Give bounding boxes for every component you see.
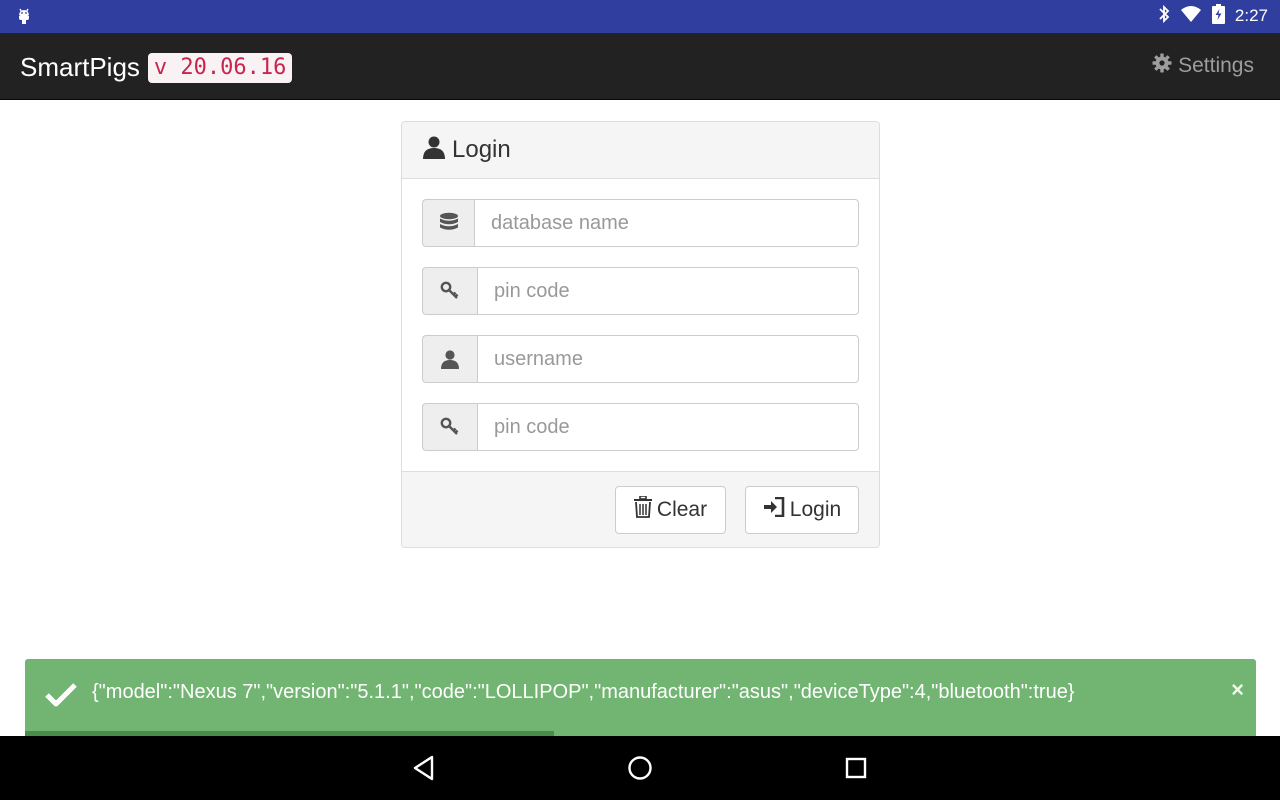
user-pin-code-input[interactable] [477, 403, 859, 451]
login-panel-heading: Login [402, 122, 879, 179]
key-icon [422, 267, 477, 315]
username-group [422, 335, 859, 383]
battery-charging-icon [1211, 3, 1225, 29]
wifi-icon [1180, 5, 1202, 28]
database-name-group [422, 199, 859, 247]
login-button[interactable]: Login [745, 486, 859, 534]
toast-message: {"model":"Nexus 7","version":"5.1.1","co… [92, 681, 1075, 703]
status-bar: 2:27 [0, 0, 1280, 33]
clear-label: Clear [656, 498, 708, 521]
recents-icon[interactable] [840, 752, 872, 784]
brand[interactable]: SmartPigs v 20.06.16 [20, 52, 293, 83]
checkmark-icon [44, 681, 78, 714]
bluetooth-icon [1158, 4, 1170, 29]
key-icon [422, 403, 477, 451]
toast-notification: {"model":"Nexus 7","version":"5.1.1","co… [25, 659, 1256, 736]
database-name-input[interactable] [474, 199, 859, 247]
user-pin-code-group [422, 403, 859, 451]
home-icon[interactable] [624, 752, 656, 784]
close-icon[interactable]: × [1231, 677, 1244, 703]
brand-name: SmartPigs [20, 52, 140, 82]
log-in-icon [763, 496, 785, 523]
database-icon [422, 199, 474, 247]
gear-icon [1152, 53, 1172, 79]
back-icon[interactable] [408, 752, 440, 784]
app-bar: SmartPigs v 20.06.16 Settings [0, 33, 1280, 100]
clear-button[interactable]: Clear [615, 486, 726, 534]
login-title: Login [452, 136, 511, 163]
login-panel-footer: Clear Login [402, 471, 879, 547]
user-icon [422, 135, 446, 166]
version-badge: v 20.06.16 [147, 52, 293, 83]
settings-link[interactable]: Settings [1152, 53, 1254, 79]
pin-code-input[interactable] [477, 267, 859, 315]
user-icon [422, 335, 477, 383]
login-panel: Login database name username Clear Login [401, 121, 880, 548]
status-clock: 2:27 [1234, 6, 1268, 25]
username-input[interactable] [477, 335, 859, 383]
login-label: Login [789, 498, 842, 521]
pin-code-group [422, 267, 859, 315]
trash-icon [633, 495, 652, 524]
android-debug-icon [16, 7, 32, 30]
settings-label: Settings [1178, 54, 1254, 77]
login-form [402, 179, 879, 472]
navigation-bar [0, 736, 1280, 800]
